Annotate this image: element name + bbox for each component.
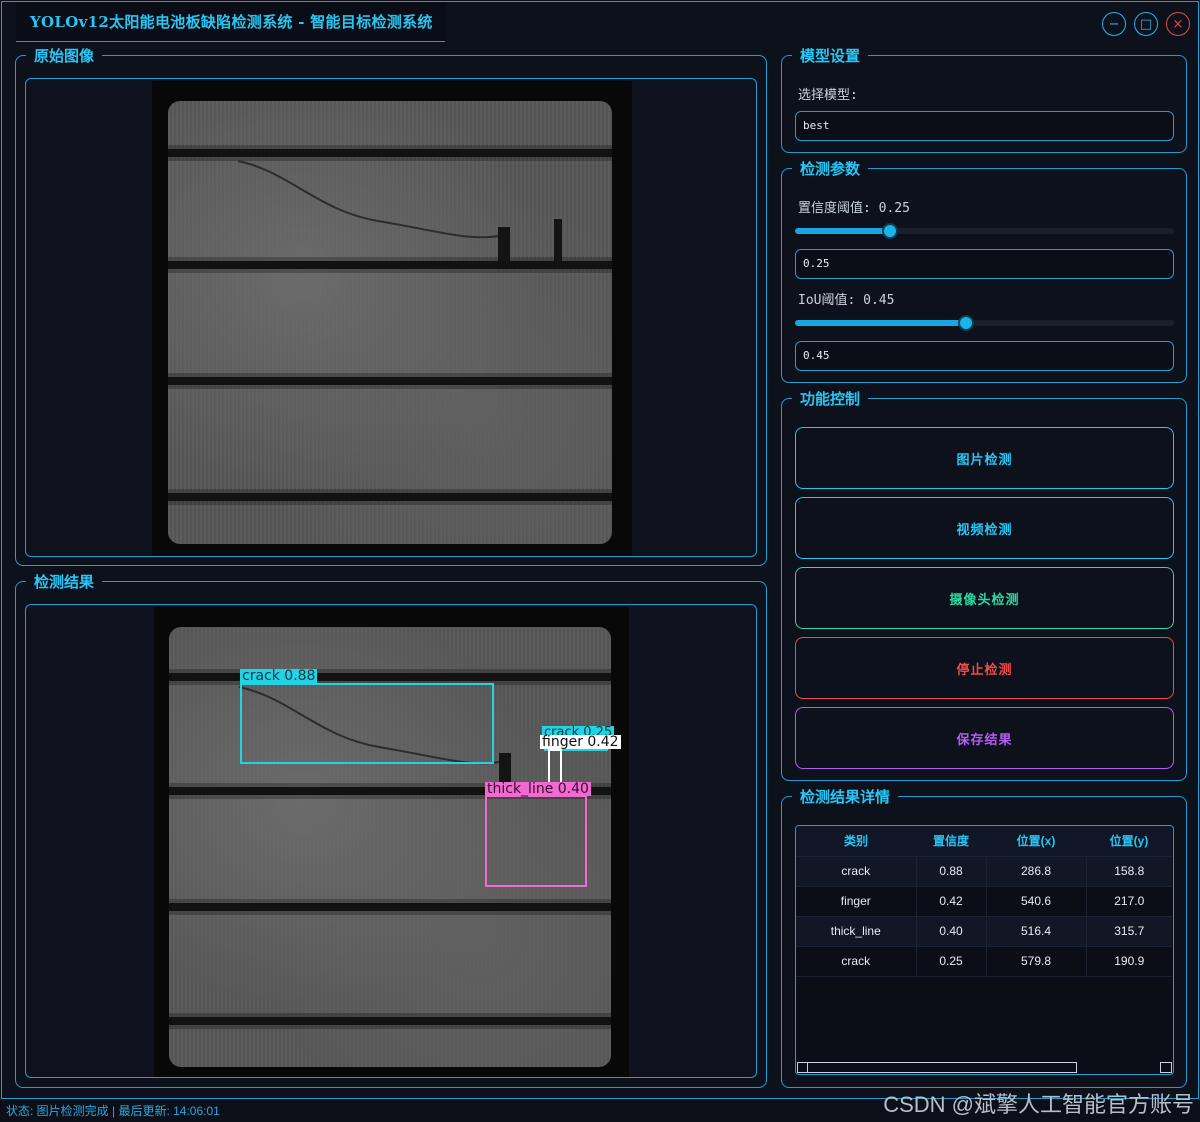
iou-slider[interactable] [795, 315, 1174, 331]
detection-details-panel: 检测结果详情 类别 置信度 位置(x) 位置(y) crack 0.88 286… [781, 787, 1187, 1088]
close-icon: × [1172, 16, 1184, 32]
iou-threshold-label: IoU阈值: 0.45 [798, 293, 895, 308]
table-row[interactable]: crack 0.88 286.8 158.8 [796, 856, 1172, 887]
confidence-input[interactable]: 0.25 [795, 249, 1174, 279]
cell-y: 190.9 [1086, 946, 1172, 977]
solar-cell-surface [168, 101, 612, 544]
cell-confidence: 0.42 [916, 886, 987, 917]
cell-confidence: 0.25 [916, 946, 987, 977]
table-header-row: 类别 置信度 位置(x) 位置(y) [796, 826, 1172, 857]
cell-x: 540.6 [986, 886, 1087, 917]
detection-label-finger: finger 0.42 [540, 734, 621, 750]
save-results-button[interactable]: 保存结果 [795, 707, 1174, 769]
model-select-label: 选择模型: [798, 88, 858, 103]
cell-x: 579.8 [986, 946, 1087, 977]
image-detect-button[interactable]: 图片检测 [795, 427, 1174, 489]
close-button[interactable]: × [1166, 12, 1190, 36]
confidence-slider-handle[interactable] [881, 223, 898, 239]
model-settings-title: 模型设置 [792, 46, 869, 66]
stop-detect-button[interactable]: 停止检测 [795, 637, 1174, 699]
function-control-panel: 功能控制 图片检测 视频检测 摄像头检测 停止检测 保存结果 [781, 389, 1187, 781]
original-image-frame [25, 78, 757, 557]
confidence-slider-fill [795, 228, 890, 234]
horizontal-scrollbar[interactable] [797, 1062, 1077, 1073]
detection-box-thick-line [485, 795, 587, 887]
cell-y: 217.0 [1086, 886, 1172, 917]
cell-class: crack [796, 946, 917, 977]
crack-line [237, 160, 562, 261]
maximize-button[interactable]: □ [1134, 12, 1158, 36]
video-detect-button[interactable]: 视频检测 [795, 497, 1174, 559]
minimize-button[interactable]: − [1102, 12, 1126, 36]
cell-class: thick_line [796, 916, 917, 947]
maximize-icon: □ [1139, 16, 1153, 32]
table-row[interactable]: finger 0.42 540.6 217.0 [796, 886, 1172, 917]
detection-result-title: 检测结果 [26, 572, 103, 592]
column-header-x[interactable]: 位置(x) [986, 826, 1086, 857]
cell-confidence: 0.88 [916, 856, 987, 887]
detection-label-crack: crack 0.88 [240, 668, 318, 684]
original-solar-cell-image [152, 81, 632, 556]
iou-slider-fill [795, 320, 966, 326]
cell-confidence: 0.40 [916, 916, 987, 947]
cell-class: finger [796, 886, 917, 917]
model-settings-panel: 模型设置 选择模型: best [781, 46, 1187, 153]
app-window: YOLOv12太阳能电池板缺陷检测系统 - 智能目标检测系统 − □ × 原始图… [1, 1, 1199, 1099]
detection-label-thick-line: thick_line 0.40 [485, 781, 591, 797]
results-table-frame: 类别 置信度 位置(x) 位置(y) crack 0.88 286.8 158.… [795, 825, 1174, 1075]
original-image-title: 原始图像 [26, 46, 103, 66]
table-row[interactable]: crack 0.25 579.8 190.9 [796, 946, 1172, 977]
cell-y: 158.8 [1086, 856, 1172, 887]
detection-params-panel: 检测参数 置信度阈值: 0.25 0.25 IoU阈值: 0.45 0.45 [781, 159, 1187, 383]
model-select[interactable]: best [795, 111, 1174, 141]
iou-input[interactable]: 0.45 [795, 341, 1174, 371]
detection-box-finger [548, 749, 562, 785]
detection-box-crack [240, 683, 494, 764]
detection-params-title: 检测参数 [792, 159, 869, 179]
confidence-threshold-label: 置信度阈值: 0.25 [798, 201, 910, 216]
cell-y: 315.7 [1086, 916, 1172, 947]
minimize-icon: − [1108, 16, 1120, 32]
scrollbar-handle[interactable] [798, 1063, 808, 1072]
scrollbar-corner [1160, 1062, 1172, 1073]
camera-detect-button[interactable]: 摄像头检测 [795, 567, 1174, 629]
column-header-y[interactable]: 位置(y) [1086, 826, 1172, 857]
cell-class: crack [796, 856, 917, 887]
function-control-title: 功能控制 [792, 389, 869, 409]
confidence-slider[interactable] [795, 223, 1174, 239]
table-row[interactable]: thick_line 0.40 516.4 315.7 [796, 916, 1172, 947]
iou-slider-handle[interactable] [957, 315, 974, 331]
detection-result-panel: 检测结果 crack 0.88 crack 0.25 finger 0.42 t… [15, 572, 767, 1088]
cell-x: 286.8 [986, 856, 1087, 887]
results-table: 类别 置信度 位置(x) 位置(y) crack 0.88 286.8 158.… [796, 826, 1172, 977]
column-header-class[interactable]: 类别 [796, 826, 916, 857]
column-header-confidence[interactable]: 置信度 [916, 826, 986, 857]
original-image-panel: 原始图像 [15, 46, 767, 566]
title-bar[interactable]: YOLOv12太阳能电池板缺陷检测系统 - 智能目标检测系统 − □ × [2, 2, 1198, 44]
cell-x: 516.4 [986, 916, 1087, 947]
result-image-frame: crack 0.88 crack 0.25 finger 0.42 thick_… [25, 604, 757, 1078]
result-solar-cell-image: crack 0.88 crack 0.25 finger 0.42 thick_… [154, 607, 629, 1077]
watermark: CSDN @斌擎人工智能官方账号 [883, 1092, 1194, 1117]
window-title: YOLOv12太阳能电池板缺陷检测系统 - 智能目标检测系统 [16, 2, 445, 42]
detection-details-title: 检测结果详情 [792, 787, 899, 807]
